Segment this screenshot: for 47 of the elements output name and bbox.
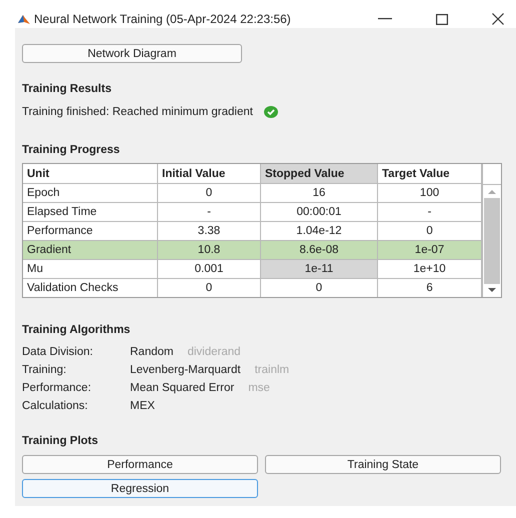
plot-button[interactable]: Training State bbox=[265, 455, 501, 474]
window-title: Neural Network Training (05-Apr-2024 22:23:56) bbox=[34, 12, 291, 26]
field-label: Training: bbox=[22, 363, 68, 378]
field-label: Calculations: bbox=[22, 399, 89, 414]
app-logo-icon bbox=[18, 14, 30, 24]
minimize-icon[interactable] bbox=[378, 18, 392, 20]
table-cell: 0 bbox=[158, 184, 260, 202]
field-value: MEX bbox=[130, 399, 155, 414]
table-cell: Gradient bbox=[23, 240, 158, 260]
table-cell: 1e-07 bbox=[378, 240, 482, 260]
field-label: Data Division: bbox=[22, 345, 94, 360]
section-heading: Training Results bbox=[22, 83, 112, 95]
scroll-down-icon[interactable] bbox=[488, 288, 496, 293]
function-name: dividerand bbox=[187, 345, 241, 360]
table-cell: 8.6e-08 bbox=[260, 240, 378, 260]
plot-button[interactable]: Performance bbox=[22, 455, 258, 474]
section-heading: Training Algorithms bbox=[22, 324, 132, 336]
table-cell: 0.001 bbox=[158, 260, 260, 278]
section-heading: Training Progress bbox=[22, 144, 121, 156]
table-cell: 16 bbox=[260, 184, 378, 202]
function-name: mse bbox=[248, 381, 270, 396]
close-icon[interactable] bbox=[492, 13, 504, 25]
table-cell: 1e+10 bbox=[378, 260, 482, 278]
column-header[interactable]: Unit bbox=[23, 164, 158, 184]
table-cell: Elapsed Time bbox=[23, 202, 158, 222]
table-cell: Mu bbox=[23, 260, 158, 278]
table-cell: 100 bbox=[378, 184, 482, 202]
column-header[interactable]: Target Value bbox=[378, 164, 482, 184]
table-cell: Epoch bbox=[23, 184, 158, 202]
plot-button[interactable]: Regression bbox=[22, 479, 258, 498]
table-cell: Validation Checks bbox=[23, 278, 158, 297]
status-message: Training finished: Reached minimum gradient bbox=[22, 106, 253, 118]
table-cell: 10.8 bbox=[158, 240, 260, 260]
field-value: Random bbox=[130, 345, 174, 360]
maximize-icon[interactable] bbox=[436, 14, 448, 24]
network-diagram-button[interactable]: Network Diagram bbox=[22, 44, 242, 63]
function-name: trainlm bbox=[254, 363, 290, 378]
field-label: Performance: bbox=[22, 381, 92, 396]
table-cell: 1e-11 bbox=[260, 260, 378, 278]
column-header[interactable]: Stopped Value bbox=[260, 164, 378, 184]
table-cell: - bbox=[378, 202, 482, 222]
field-value: Mean Squared Error bbox=[130, 381, 234, 396]
column-header[interactable]: Initial Value bbox=[158, 164, 260, 184]
section-heading: Training Plots bbox=[22, 435, 100, 447]
table-cell: 00:00:01 bbox=[260, 202, 378, 222]
table-cell: - bbox=[158, 202, 260, 222]
field-value: Levenberg-Marquardt bbox=[130, 363, 241, 378]
